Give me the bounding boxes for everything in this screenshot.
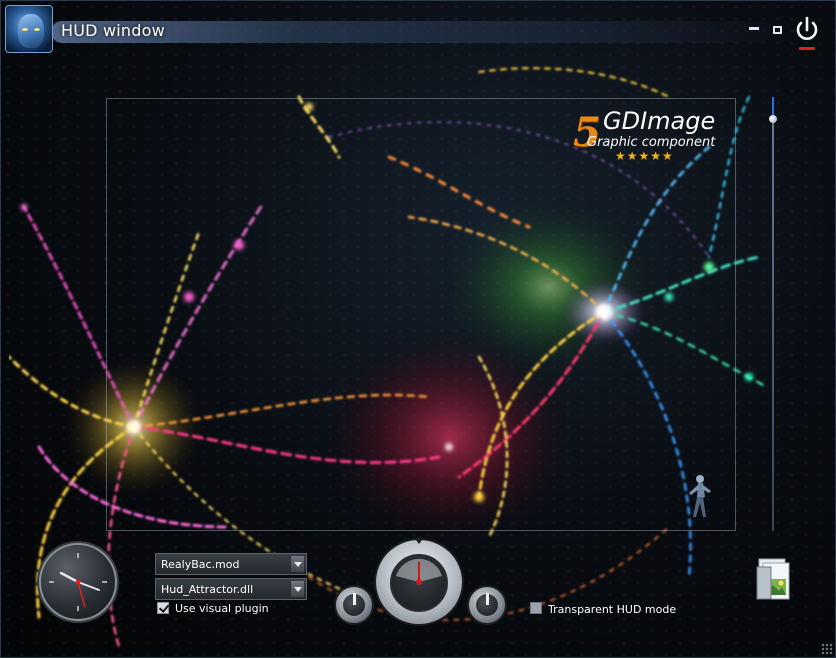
clock-face (49, 553, 107, 611)
plugin-select[interactable]: RealyBac.mod (155, 553, 307, 575)
attractor-select-value: Hud_Attractor.dll (161, 583, 254, 596)
right-knob[interactable] (467, 585, 507, 625)
title-bar: HUD window (1, 1, 835, 57)
vertical-slider-thumb[interactable] (769, 115, 777, 123)
avatar-icon (5, 5, 53, 53)
analog-clock-icon (39, 543, 117, 621)
chevron-down-icon[interactable] (290, 581, 304, 597)
logo-name: GDImage (603, 107, 716, 135)
logo-tagline: Graphic component (587, 135, 716, 150)
gauge-needle (396, 540, 442, 585)
chevron-down-icon[interactable] (290, 556, 304, 572)
transparent-hud-mode-checkbox[interactable] (530, 602, 542, 614)
image-gallery-icon[interactable] (755, 557, 793, 603)
hud-window: 5 GDImage Graphic component ★★★★★ HUD wi… (0, 0, 836, 658)
vertical-slider-track[interactable] (772, 97, 774, 531)
plugin-select-value: RealyBac.mod (161, 558, 240, 571)
window-title: HUD window (61, 21, 165, 40)
power-icon (796, 16, 818, 40)
resize-grip[interactable] (821, 643, 833, 655)
logo-stars: ★★★★★ (615, 149, 674, 163)
main-gauge-dial[interactable] (374, 538, 464, 626)
use-visual-plugin-label: Use visual plugin (175, 602, 269, 615)
attractor-select[interactable]: Hud_Attractor.dll (155, 578, 307, 600)
gdimage-logo: 5 GDImage Graphic component ★★★★★ (573, 107, 723, 167)
power-button[interactable] (793, 15, 821, 50)
left-knob[interactable] (334, 585, 374, 625)
use-visual-plugin-checkbox[interactable] (157, 602, 169, 614)
character-figure-icon (689, 475, 711, 517)
transparent-hud-mode-label: Transparent HUD mode (548, 603, 677, 616)
power-indicator (799, 47, 815, 50)
minimize-button[interactable] (749, 27, 759, 30)
maximize-button[interactable] (773, 26, 782, 34)
